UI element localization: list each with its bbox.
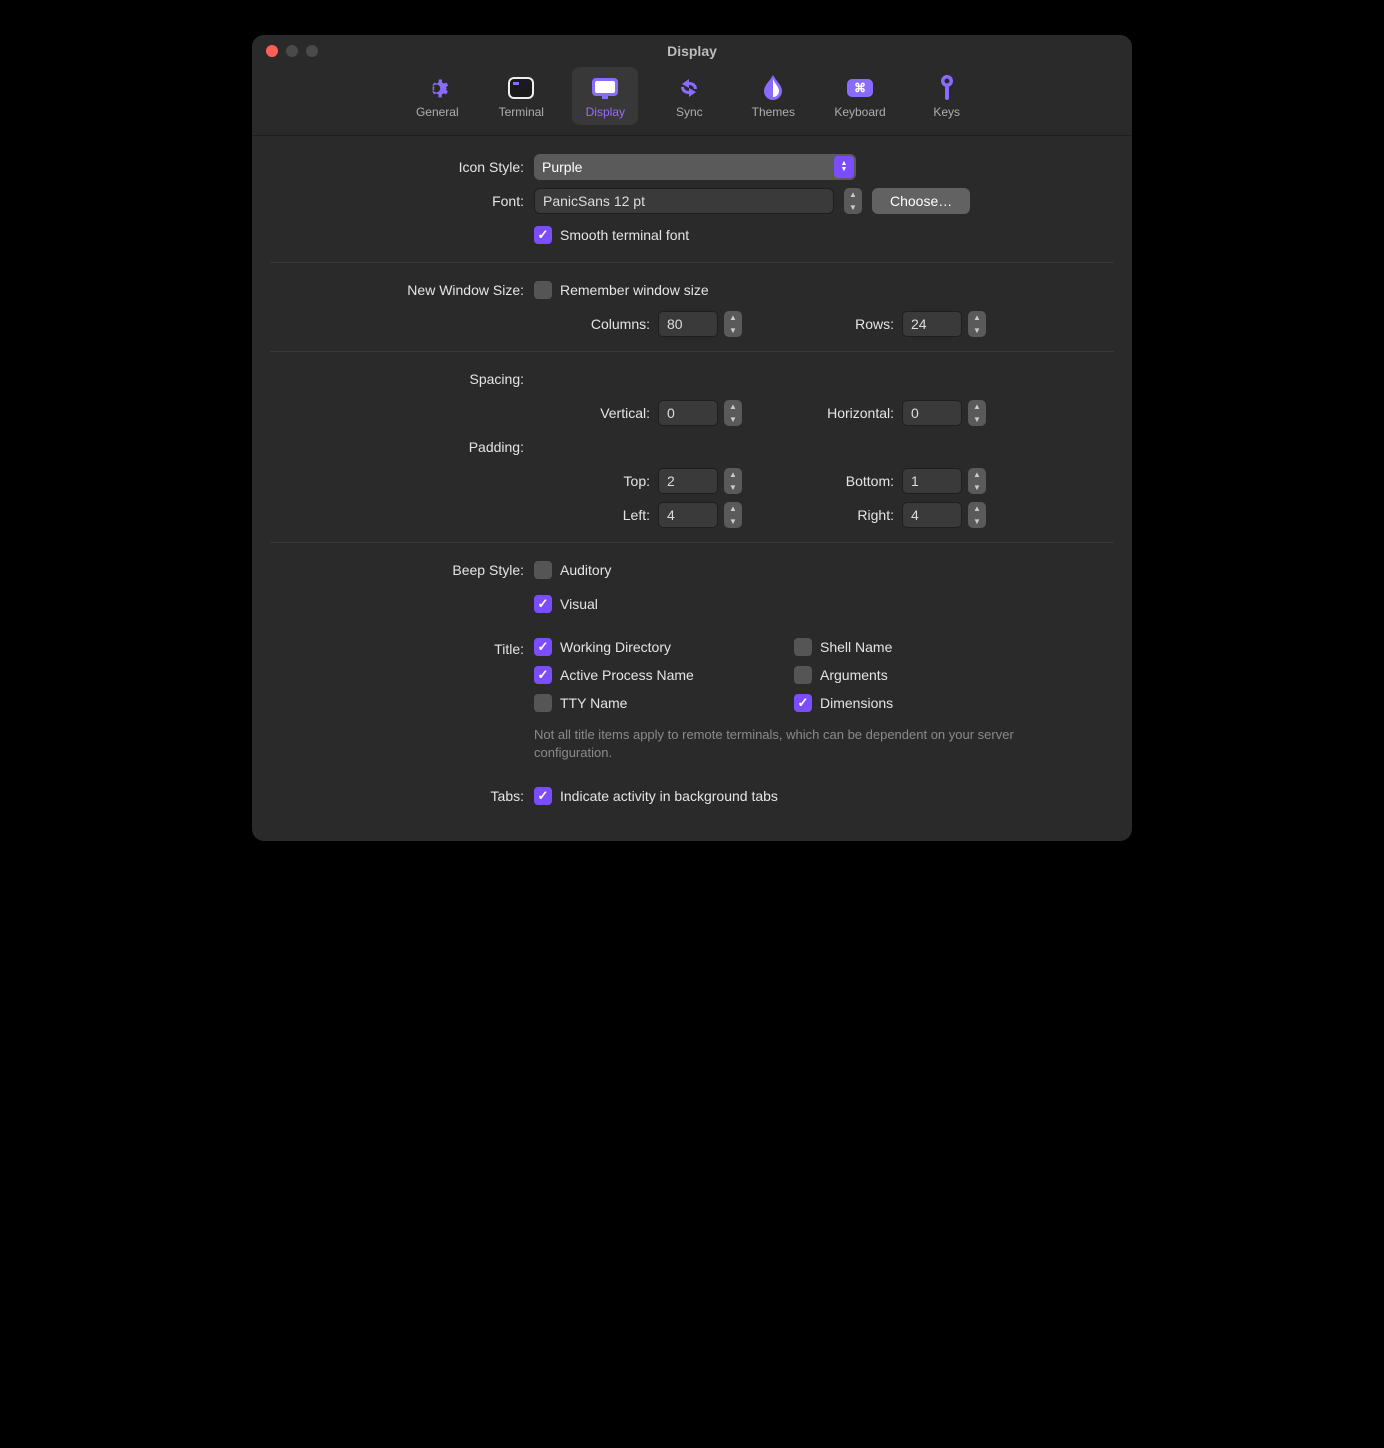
indicate-activity-label: Indicate activity in background tabs <box>560 788 778 804</box>
font-stepper[interactable]: ▲▼ <box>844 188 862 214</box>
arguments-label: Arguments <box>820 667 888 683</box>
vertical-field[interactable]: 0 <box>658 400 718 426</box>
tty-name-checkbox[interactable] <box>534 694 552 712</box>
tty-name-label: TTY Name <box>560 695 627 711</box>
icon-style-label: Icon Style: <box>270 159 534 175</box>
title-note: Not all title items apply to remote term… <box>534 726 1054 762</box>
keyboard-icon: ⌘ <box>845 75 875 101</box>
svg-text:⌘: ⌘ <box>854 81 866 95</box>
tab-general[interactable]: General <box>404 67 470 125</box>
dimensions-label: Dimensions <box>820 695 893 711</box>
arguments-checkbox[interactable] <box>794 666 812 684</box>
preferences-window: Display General Terminal Display Sync <box>252 35 1132 841</box>
tab-label: General <box>416 105 459 119</box>
tab-themes[interactable]: Themes <box>740 67 806 125</box>
auditory-checkbox[interactable] <box>534 561 552 579</box>
right-label: Right: <box>857 507 894 523</box>
visual-checkbox[interactable] <box>534 595 552 613</box>
left-label: Left: <box>623 507 650 523</box>
bottom-label: Bottom: <box>846 473 894 489</box>
themes-icon <box>758 75 788 101</box>
new-window-size-label: New Window Size: <box>270 282 534 298</box>
rows-label: Rows: <box>855 316 894 332</box>
tab-label: Terminal <box>499 105 544 119</box>
right-stepper[interactable]: ▲▼ <box>968 502 986 528</box>
top-stepper[interactable]: ▲▼ <box>724 468 742 494</box>
title-label: Title: <box>270 638 534 657</box>
gear-icon <box>422 75 452 101</box>
working-dir-checkbox[interactable] <box>534 638 552 656</box>
auditory-label: Auditory <box>560 562 611 578</box>
columns-label: Columns: <box>591 316 650 332</box>
active-process-label: Active Process Name <box>560 667 694 683</box>
vertical-label: Vertical: <box>600 405 650 421</box>
tabs-label: Tabs: <box>270 788 534 804</box>
tab-label: Display <box>586 105 625 119</box>
smooth-font-label: Smooth terminal font <box>560 227 689 243</box>
keys-icon <box>932 75 962 101</box>
window-title: Display <box>252 43 1132 59</box>
working-dir-label: Working Directory <box>560 639 671 655</box>
rows-field[interactable]: 24 <box>902 311 962 337</box>
tab-label: Keyboard <box>834 105 885 119</box>
sync-icon <box>674 75 704 101</box>
spacing-label: Spacing: <box>270 371 534 387</box>
visual-label: Visual <box>560 596 598 612</box>
horizontal-field[interactable]: 0 <box>902 400 962 426</box>
horizontal-stepper[interactable]: ▲▼ <box>968 400 986 426</box>
remember-size-checkbox[interactable] <box>534 281 552 299</box>
choose-font-button[interactable]: Choose… <box>872 188 970 214</box>
shell-name-checkbox[interactable] <box>794 638 812 656</box>
right-field[interactable]: 4 <box>902 502 962 528</box>
rows-stepper[interactable]: ▲▼ <box>968 311 986 337</box>
top-field[interactable]: 2 <box>658 468 718 494</box>
tab-sync[interactable]: Sync <box>656 67 722 125</box>
columns-stepper[interactable]: ▲▼ <box>724 311 742 337</box>
font-label: Font: <box>270 193 534 209</box>
tab-display[interactable]: Display <box>572 67 638 125</box>
shell-name-label: Shell Name <box>820 639 892 655</box>
padding-label: Padding: <box>270 439 534 455</box>
tab-keyboard[interactable]: ⌘ Keyboard <box>824 67 895 125</box>
left-stepper[interactable]: ▲▼ <box>724 502 742 528</box>
chevron-up-down-icon: ▲▼ <box>834 156 854 178</box>
select-value: Purple <box>542 159 582 175</box>
columns-field[interactable]: 80 <box>658 311 718 337</box>
font-field[interactable]: PanicSans 12 pt <box>534 188 834 214</box>
horizontal-label: Horizontal: <box>827 405 894 421</box>
vertical-stepper[interactable]: ▲▼ <box>724 400 742 426</box>
tab-label: Sync <box>676 105 703 119</box>
left-field[interactable]: 4 <box>658 502 718 528</box>
remember-size-label: Remember window size <box>560 282 709 298</box>
tab-terminal[interactable]: Terminal <box>488 67 554 125</box>
tab-keys[interactable]: Keys <box>914 67 980 125</box>
active-process-checkbox[interactable] <box>534 666 552 684</box>
display-icon <box>590 75 620 101</box>
toolbar: General Terminal Display Sync Themes <box>252 61 1132 136</box>
tab-label: Keys <box>933 105 960 119</box>
bottom-field[interactable]: 1 <box>902 468 962 494</box>
bottom-stepper[interactable]: ▲▼ <box>968 468 986 494</box>
top-label: Top: <box>624 473 650 489</box>
terminal-icon <box>506 75 536 101</box>
dimensions-checkbox[interactable] <box>794 694 812 712</box>
smooth-font-checkbox[interactable] <box>534 226 552 244</box>
indicate-activity-checkbox[interactable] <box>534 787 552 805</box>
beep-style-label: Beep Style: <box>270 562 534 578</box>
titlebar: Display <box>252 35 1132 61</box>
tab-label: Themes <box>752 105 795 119</box>
form: Icon Style: Purple ▲▼ Font: PanicSans 12… <box>252 136 1132 841</box>
icon-style-select[interactable]: Purple ▲▼ <box>534 154 856 180</box>
